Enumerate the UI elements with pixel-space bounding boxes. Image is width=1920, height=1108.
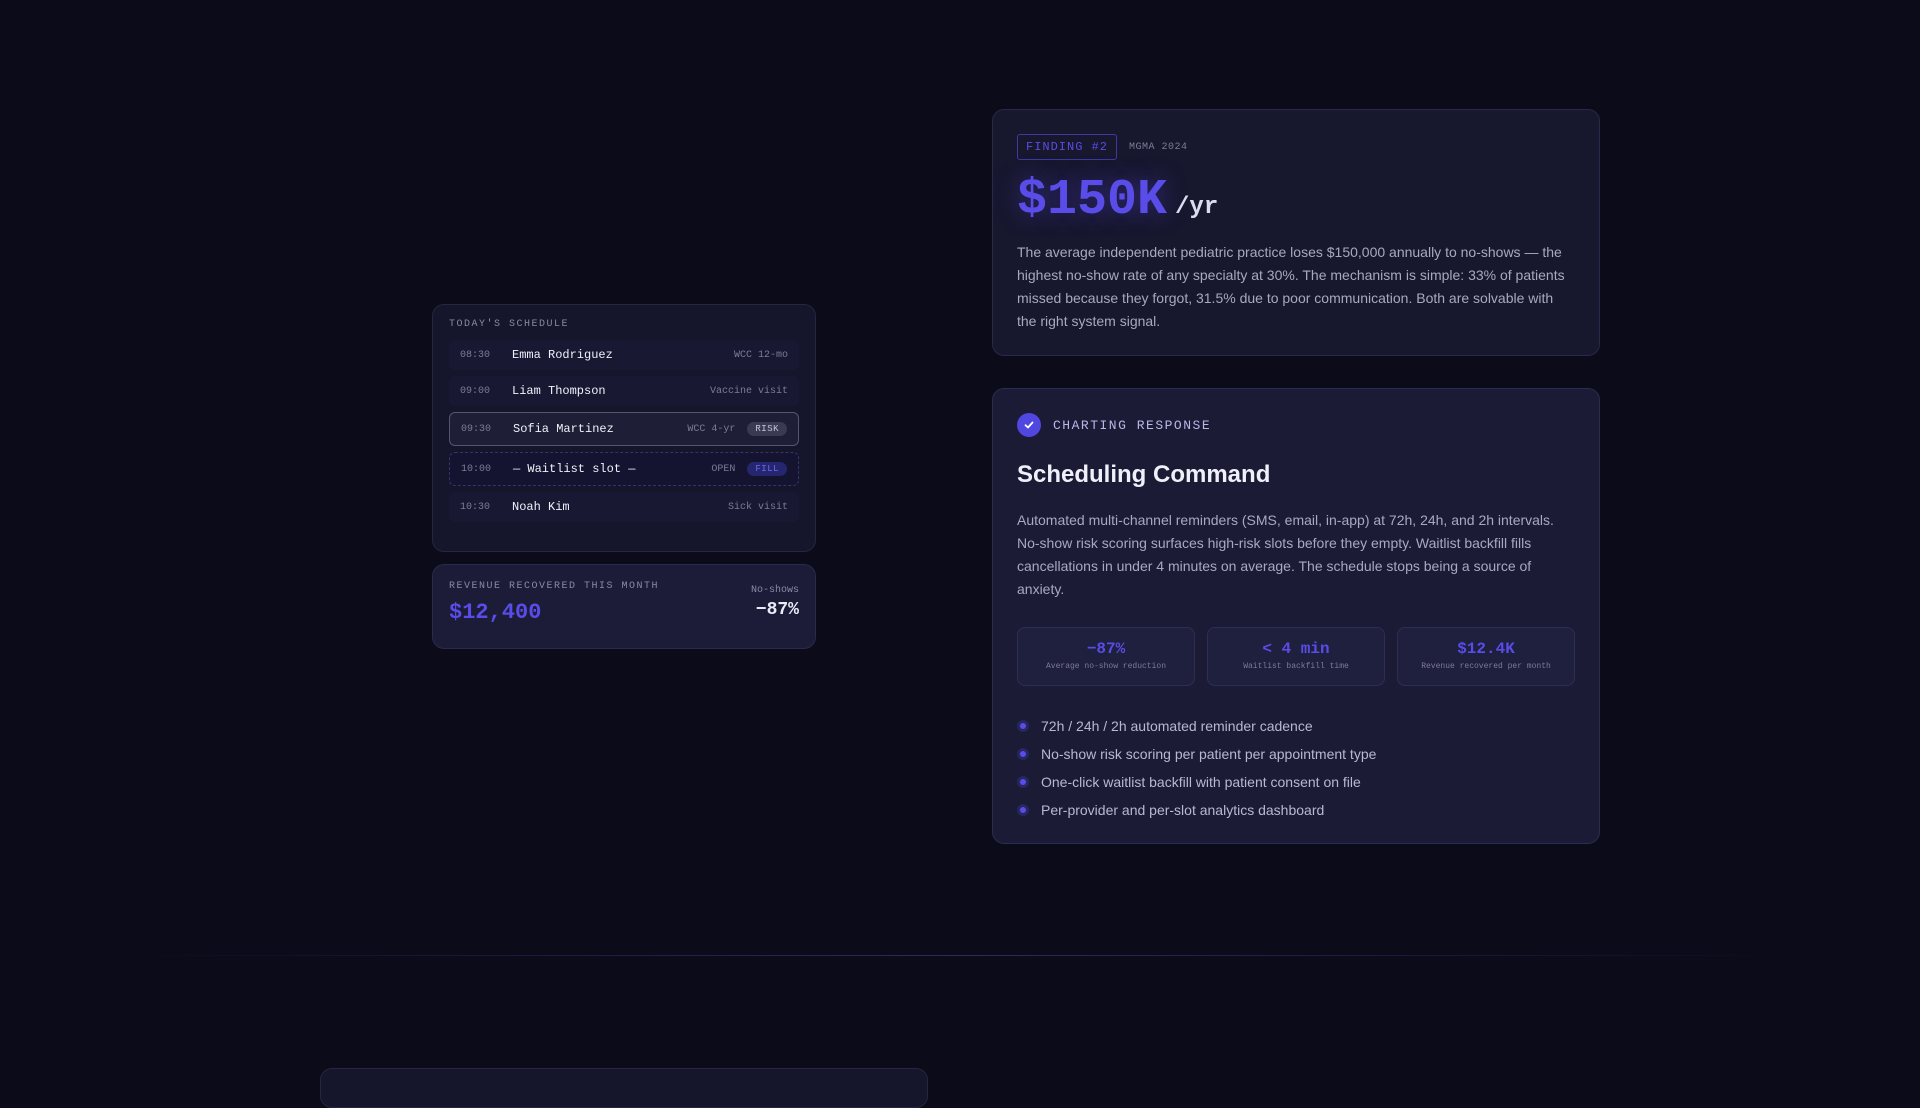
schedule-row[interactable]: 08:30 Emma Rodriguez WCC 12-mo <box>449 340 799 370</box>
finding-stat: $150K /yr <box>1017 172 1575 229</box>
schedule-title: TODAY'S SCHEDULE <box>449 319 570 330</box>
noshow-summary: No-shows −87% <box>751 585 799 620</box>
slot-status: OPEN <box>711 463 736 475</box>
charting-card: CHARTING RESPONSE Scheduling Command Aut… <box>992 388 1600 844</box>
feature-item: No-show risk scoring per patient per app… <box>1017 740 1575 768</box>
revenue-label: REVENUE RECOVERED THIS MONTH <box>449 581 660 592</box>
visit-type: WCC 4-yr <box>687 423 736 435</box>
finding-card: FINDING #2 MGMA 2024 $150K /yr The avera… <box>992 109 1600 356</box>
risk-badge: RISK <box>747 422 787 436</box>
feature-text: One-click waitlist backfill with patient… <box>1041 774 1361 790</box>
finding-body: The average independent pediatric practi… <box>1017 244 1565 329</box>
schedule-row[interactable]: 10:30 Noah Kim Sick visit <box>449 492 799 522</box>
feature-list: 72h / 24h / 2h automated reminder cadenc… <box>1017 712 1575 824</box>
patient-name: — Waitlist slot — <box>513 462 636 476</box>
revenue-value: $12,400 <box>449 600 542 625</box>
feature-item: 72h / 24h / 2h automated reminder cadenc… <box>1017 712 1575 740</box>
finding-value: $150K <box>1017 172 1168 229</box>
stat-label: Revenue recovered per month <box>1421 662 1551 671</box>
dot-icon <box>1017 804 1029 816</box>
stat-card: −87% Average no-show reduction <box>1017 627 1195 686</box>
feature-text: 72h / 24h / 2h automated reminder cadenc… <box>1041 718 1313 734</box>
charting-body: Automated multi-channel reminders (SMS, … <box>1017 512 1554 597</box>
dot-icon <box>1017 720 1029 732</box>
feature-text: No-show risk scoring per patient per app… <box>1041 746 1377 762</box>
charting-tag: CHARTING RESPONSE <box>1053 417 1212 433</box>
patient-name: Sofia Martinez <box>513 422 614 436</box>
charting-title: Scheduling Command <box>1017 461 1271 488</box>
finding-header: FINDING #2 MGMA 2024 <box>1017 134 1575 160</box>
visit-type: Vaccine visit <box>709 385 788 397</box>
schedule-time: 10:30 <box>460 501 491 513</box>
feature-item: Per-provider and per-slot analytics dash… <box>1017 796 1575 824</box>
fill-button[interactable]: FILL <box>747 462 787 476</box>
check-icon <box>1017 413 1041 437</box>
stat-value: < 4 min <box>1262 640 1330 658</box>
next-section-card <box>320 1068 928 1108</box>
noshow-value: −87% <box>755 600 799 620</box>
finding-tag: FINDING #2 <box>1017 134 1118 160</box>
schedule-time: 09:00 <box>460 385 491 397</box>
schedule-time: 09:30 <box>461 423 492 435</box>
patient-name: Liam Thompson <box>512 384 606 398</box>
patient-name: Emma Rodriguez <box>512 348 613 362</box>
schedule-time: 10:00 <box>461 463 492 475</box>
stats-row: −87% Average no-show reduction < 4 min W… <box>1017 627 1575 686</box>
feature-text: Per-provider and per-slot analytics dash… <box>1041 802 1325 818</box>
stat-card: < 4 min Waitlist backfill time <box>1207 627 1385 686</box>
section-divider <box>120 955 1800 956</box>
charting-header: CHARTING RESPONSE <box>1017 413 1575 437</box>
stat-label: Average no-show reduction <box>1045 662 1167 671</box>
finding-unit: /yr <box>1175 194 1219 221</box>
schedule-row[interactable]: 09:00 Liam Thompson Vaccine visit <box>449 376 799 406</box>
schedule-time: 08:30 <box>460 349 491 361</box>
stat-card: $12.4K Revenue recovered per month <box>1397 627 1575 686</box>
visit-type: WCC 12-mo <box>733 349 788 361</box>
visit-type: Sick visit <box>727 501 788 513</box>
stat-label: Waitlist backfill time <box>1243 662 1349 671</box>
dot-icon <box>1017 748 1029 760</box>
schedule-row-risk[interactable]: 09:30 Sofia Martinez WCC 4-yr RISK <box>449 412 799 446</box>
schedule-card: TODAY'S SCHEDULE 08:30 Emma Rodriguez WC… <box>432 304 816 552</box>
schedule-list: 08:30 Emma Rodriguez WCC 12-mo 09:00 Lia… <box>449 340 799 522</box>
patient-name: Noah Kim <box>512 500 570 514</box>
schedule-row-waitlist[interactable]: 10:00 — Waitlist slot — OPEN FILL <box>449 452 799 486</box>
feature-item: One-click waitlist backfill with patient… <box>1017 768 1575 796</box>
finding-source: MGMA 2024 <box>1129 141 1188 153</box>
stat-value: −87% <box>1086 640 1126 658</box>
noshow-label: No-shows <box>750 585 799 596</box>
stat-value: $12.4K <box>1457 640 1515 658</box>
revenue-card: REVENUE RECOVERED THIS MONTH $12,400 No-… <box>432 564 816 649</box>
dot-icon <box>1017 776 1029 788</box>
